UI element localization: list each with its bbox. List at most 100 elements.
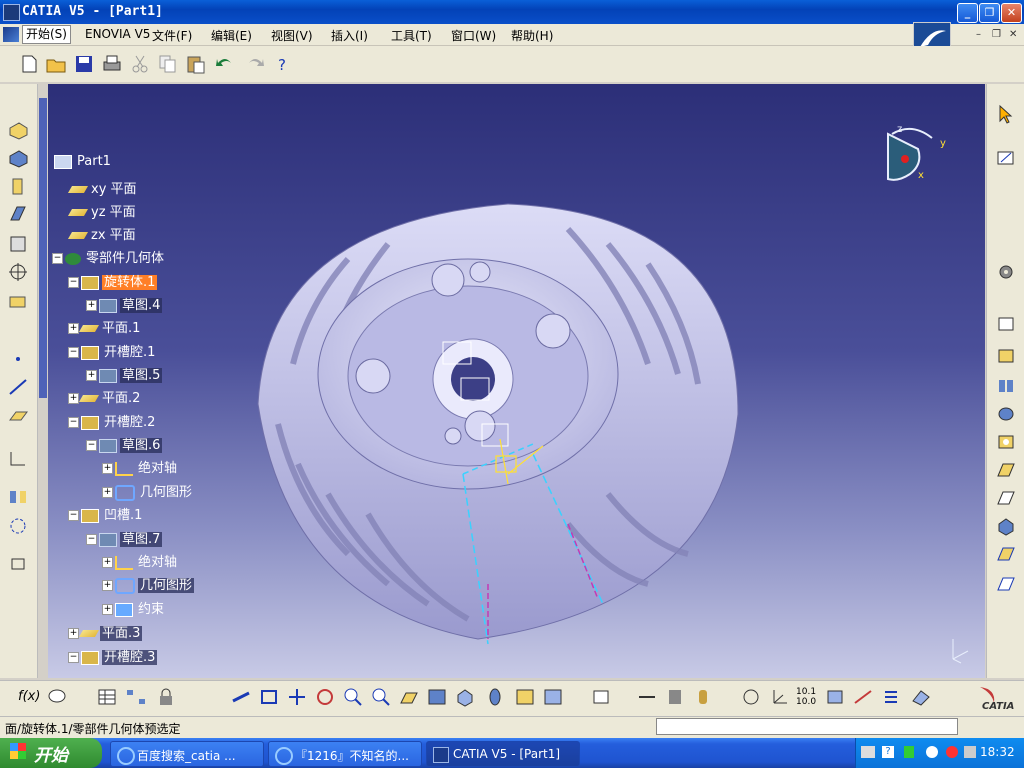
feature-3-icon[interactable]	[995, 376, 1017, 396]
copy-icon[interactable]	[157, 53, 179, 75]
maximize-button[interactable]: ❐	[979, 3, 1000, 23]
collapse-icon[interactable]: −	[68, 652, 79, 663]
feature-4-icon[interactable]	[995, 404, 1017, 424]
new-icon[interactable]	[18, 53, 40, 75]
collapse-icon[interactable]: −	[68, 277, 79, 288]
3d-viewport[interactable]: z y x Part1 xy 平面 yz 平面 zx 平面 − 零部件几何体 − 旋…	[48, 84, 985, 678]
fly-icon[interactable]	[230, 687, 252, 707]
eraser-icon[interactable]	[910, 687, 932, 707]
tree-node-shaft-1[interactable]: − 旋转体.1	[68, 271, 158, 290]
doc-restore-button[interactable]: ❐	[992, 29, 1001, 40]
tree-node-absolute-axis-2[interactable]: + 绝对轴	[102, 551, 179, 570]
menu-edit[interactable]: 编辑(E)	[211, 27, 252, 44]
expand-icon[interactable]: +	[102, 463, 113, 474]
shading-icon[interactable]	[484, 687, 506, 707]
select-arrow-icon[interactable]	[995, 104, 1017, 124]
expand-icon[interactable]: +	[68, 393, 79, 404]
keyboard-icon[interactable]	[861, 746, 875, 758]
task-forum[interactable]: 『1216』不知名的...	[268, 741, 422, 767]
update-icon[interactable]	[590, 687, 612, 707]
hide-show-icon[interactable]	[514, 687, 536, 707]
normal-view-icon[interactable]	[398, 687, 420, 707]
box-icon[interactable]	[7, 292, 29, 312]
doc-close-button[interactable]: ✕	[1009, 29, 1017, 40]
expand-icon[interactable]: +	[86, 300, 97, 311]
feature-2-icon[interactable]	[995, 346, 1017, 366]
arrow-tray-icon[interactable]	[926, 746, 938, 758]
catia-menu-icon[interactable]	[3, 27, 19, 42]
tree-node-constraints[interactable]: + 约束	[102, 598, 166, 617]
ratio-label[interactable]: 10.1 10.0	[796, 687, 820, 707]
tree-scrollbar[interactable]	[38, 84, 48, 678]
table-icon[interactable]	[96, 687, 118, 707]
tree-scrollbar-thumb[interactable]	[39, 98, 47, 398]
menu-enovia[interactable]: ENOVIA V5	[85, 27, 150, 41]
expand-icon[interactable]: +	[68, 628, 79, 639]
menu-start[interactable]: 开始(S)	[22, 25, 71, 44]
collapse-icon[interactable]: −	[68, 510, 79, 521]
tree-node-plane-1[interactable]: + 平面.1	[68, 317, 142, 336]
pan-icon[interactable]	[286, 687, 308, 707]
swap-visible-icon[interactable]	[542, 687, 564, 707]
tree-node-body[interactable]: − 零部件几何体	[52, 247, 166, 266]
feature-10-icon[interactable]	[995, 574, 1017, 594]
mirror-icon[interactable]	[7, 487, 29, 507]
tree-node-zx-plane[interactable]: zx 平面	[67, 224, 138, 243]
save-icon[interactable]	[73, 53, 95, 75]
collapse-icon[interactable]: −	[86, 534, 97, 545]
collapse-icon[interactable]: −	[68, 347, 79, 358]
redo-icon[interactable]	[245, 53, 267, 75]
tree-node-part[interactable]: Part1	[54, 154, 113, 169]
pad-icon[interactable]	[7, 120, 29, 140]
list-icon[interactable]	[880, 687, 902, 707]
iso-view-icon[interactable]	[454, 687, 476, 707]
start-button[interactable]: 开始	[0, 738, 102, 768]
grid-icon[interactable]	[824, 687, 846, 707]
network-icon[interactable]	[904, 746, 914, 758]
tree-icon[interactable]	[125, 687, 147, 707]
point-icon[interactable]	[7, 349, 29, 369]
tree-node-geometry-2[interactable]: + 几何图形	[102, 574, 195, 594]
measure-icon[interactable]	[7, 554, 29, 574]
groove-tool-icon[interactable]	[7, 204, 29, 224]
expand-icon[interactable]: +	[68, 323, 79, 334]
shaft-tool-icon[interactable]	[7, 176, 29, 196]
feature-9-icon[interactable]	[995, 544, 1017, 564]
pattern-icon[interactable]	[7, 516, 29, 536]
doc-minimize-button[interactable]: –	[976, 29, 981, 40]
lock-icon[interactable]	[155, 687, 177, 707]
menu-view[interactable]: 视图(V)	[271, 27, 313, 44]
tree-node-sketch-4[interactable]: + 草图.4	[86, 294, 163, 313]
tree-node-sketch-6[interactable]: − 草图.6	[86, 434, 163, 453]
tree-node-xy-plane[interactable]: xy 平面	[67, 178, 139, 197]
tree-node-sketch-7[interactable]: − 草图.7	[86, 528, 163, 547]
pocket-icon[interactable]	[7, 148, 29, 168]
comment-icon[interactable]	[46, 687, 68, 707]
minimize-button[interactable]: _	[957, 3, 978, 23]
line-icon[interactable]	[7, 377, 29, 397]
catia-app-icon[interactable]	[3, 4, 20, 21]
feature-8-icon[interactable]	[995, 516, 1017, 536]
collapse-icon[interactable]: −	[68, 417, 79, 428]
constraint-tool-icon[interactable]	[852, 687, 874, 707]
tree-node-absolute-axis-1[interactable]: + 绝对轴	[102, 457, 179, 476]
expand-icon[interactable]: +	[86, 370, 97, 381]
tree-node-slot-2[interactable]: − 开槽腔.2	[68, 411, 157, 430]
axis-system-icon[interactable]	[768, 687, 790, 707]
task-baidu[interactable]: 百度搜索_catia ...	[110, 741, 264, 767]
menu-insert[interactable]: 插入(I)	[331, 27, 368, 44]
tree-node-plane-2[interactable]: + 平面.2	[68, 387, 142, 406]
feature-1-icon[interactable]	[995, 314, 1017, 334]
axis-tool-icon[interactable]	[7, 449, 29, 469]
sketcher-icon[interactable]	[995, 148, 1017, 168]
open-icon[interactable]	[45, 53, 67, 75]
close-button[interactable]: ✕	[1001, 3, 1022, 23]
tree-node-geometry-1[interactable]: + 几何图形	[102, 481, 194, 501]
expand-icon[interactable]: +	[102, 604, 113, 615]
collapse-icon[interactable]: −	[86, 440, 97, 451]
tree-node-slot-1[interactable]: − 开槽腔.1	[68, 341, 157, 360]
snap-icon[interactable]	[740, 687, 762, 707]
volume-icon[interactable]	[964, 746, 976, 758]
print-icon[interactable]	[101, 53, 123, 75]
plane-tool-icon[interactable]	[7, 406, 29, 426]
